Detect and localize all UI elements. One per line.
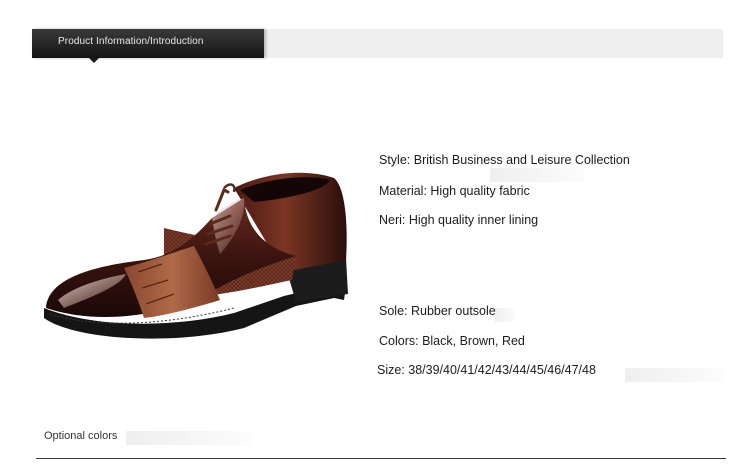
decorative-band [490, 168, 585, 182]
section-header-title: Product Information/Introduction [58, 36, 204, 47]
product-image [34, 168, 352, 358]
optional-colors-label: Optional colors [44, 430, 117, 442]
section-tab-pointer-icon [89, 58, 99, 63]
spec-material: Material: High quality fabric [379, 184, 530, 198]
spec-lining: Neri: High quality inner lining [379, 213, 538, 227]
decorative-band [126, 431, 252, 445]
spec-colors: Colors: Black, Brown, Red [379, 334, 525, 348]
spec-size: Size: 38/39/40/41/42/43/44/45/46/47/48 [377, 363, 596, 377]
shoe-icon [34, 168, 352, 358]
decorative-band [495, 308, 515, 322]
decorative-band [625, 368, 723, 382]
spec-sole: Sole: Rubber outsole [379, 304, 496, 318]
spec-style: Style: British Business and Leisure Coll… [379, 153, 630, 167]
bottom-divider [36, 458, 726, 459]
